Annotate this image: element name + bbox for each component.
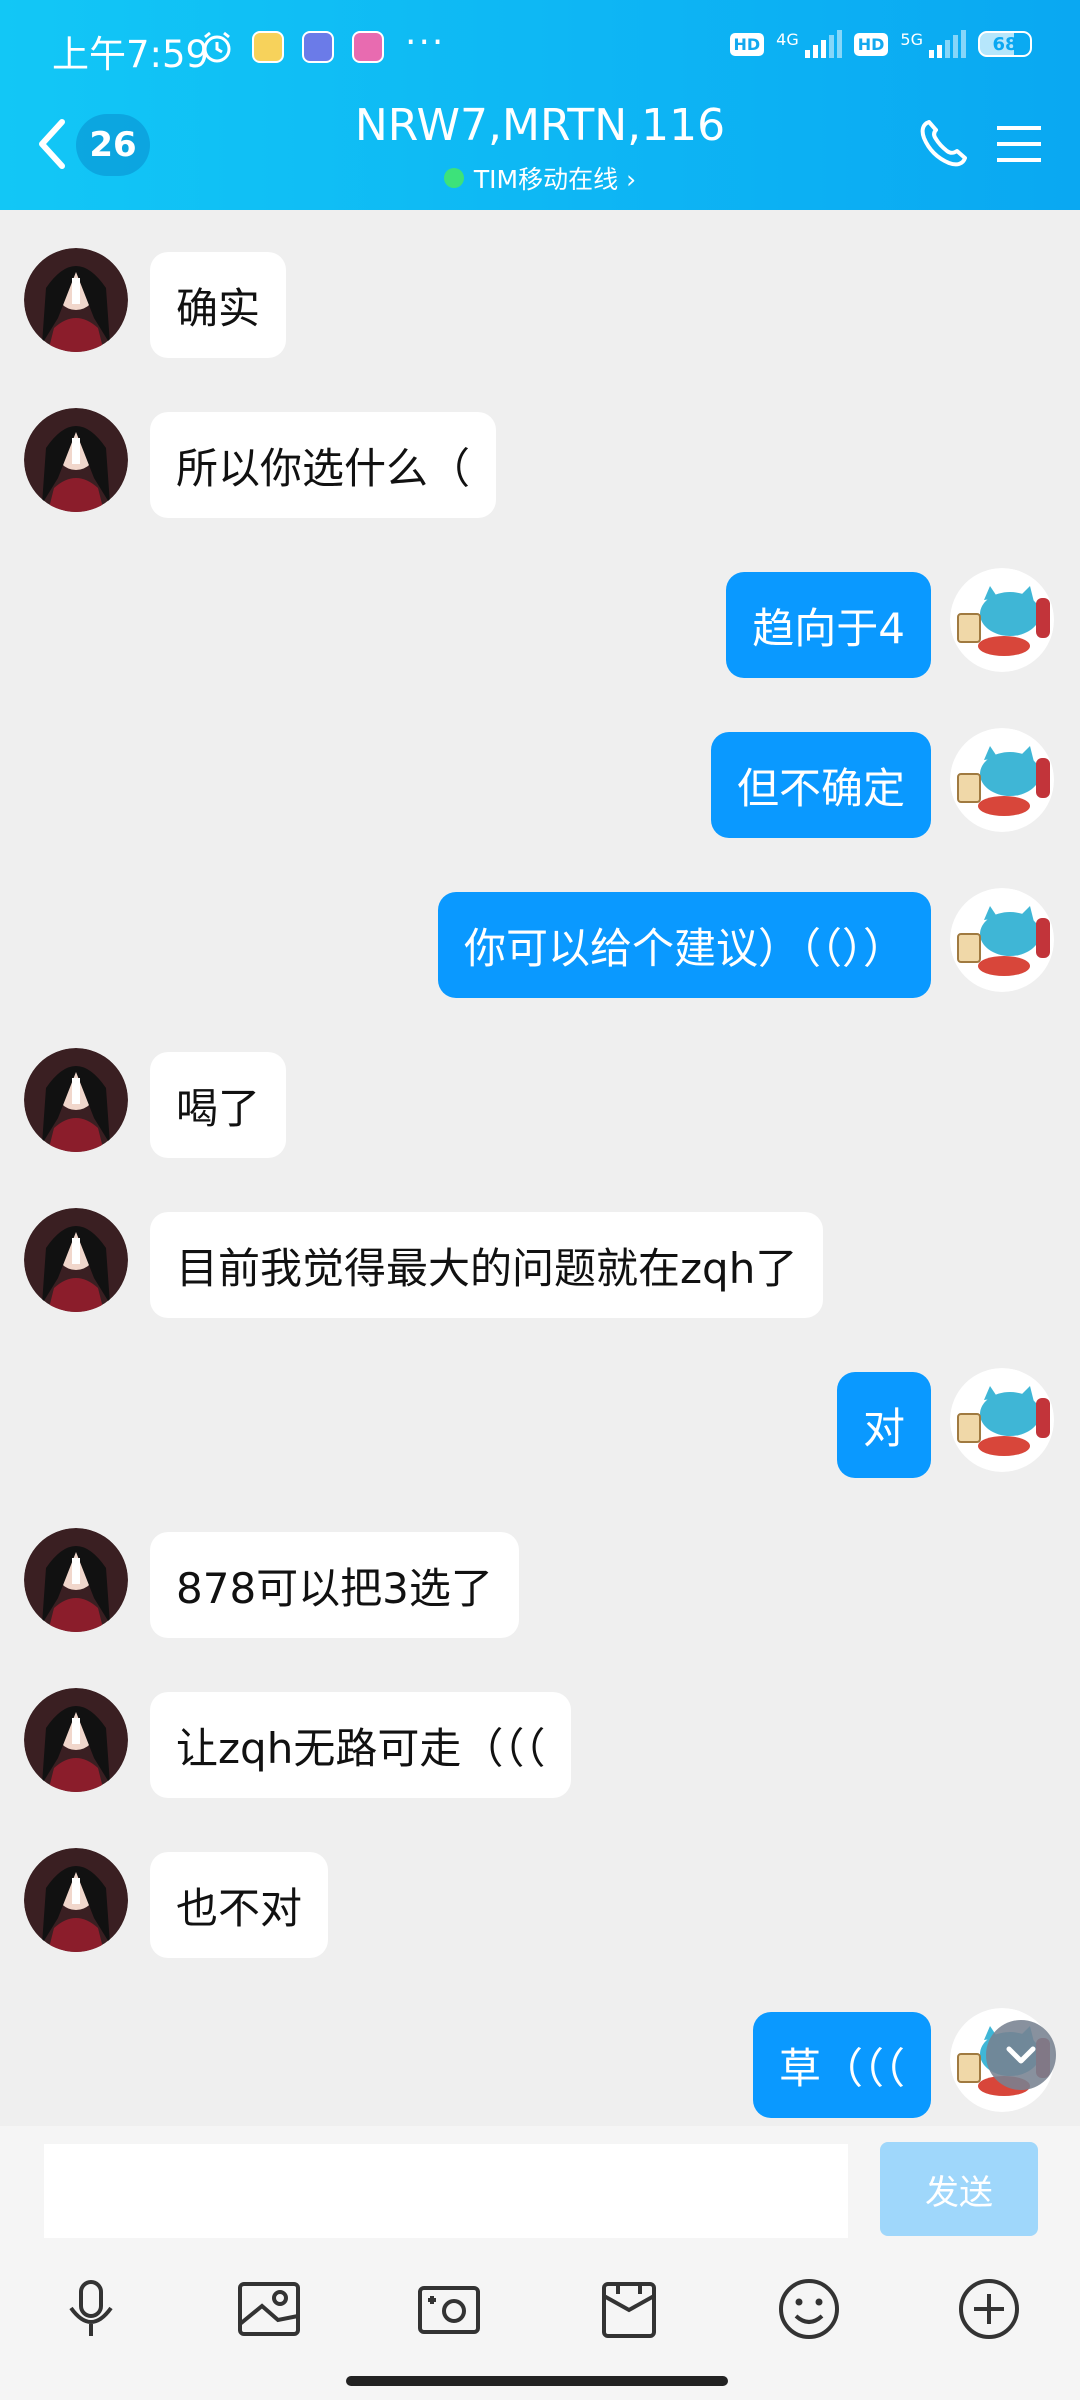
message-row: 趋向于4	[0, 568, 1080, 678]
status-bar: 上午7:59 ··· HD 4G HD 5G 68	[0, 0, 1080, 100]
signal-icon	[929, 30, 966, 58]
message-row: 目前我觉得最大的问题就在zqh了	[0, 1208, 1080, 1318]
contact-avatar[interactable]	[24, 1208, 128, 1312]
composer: 发送	[0, 2126, 1080, 2400]
incoming-message-bubble[interactable]: 所以你选什么（	[150, 412, 497, 518]
message-row: 让zqh无路可走（（（	[0, 1688, 1080, 1798]
outgoing-message-bubble[interactable]: 对	[836, 1372, 931, 1478]
emoji-icon[interactable]	[774, 2274, 844, 2344]
contact-avatar[interactable]	[24, 1528, 128, 1632]
contact-avatar[interactable]	[24, 1848, 128, 1952]
hd-badge: HD	[853, 32, 889, 56]
outgoing-message-bubble[interactable]: 你可以给个建议）（（））	[437, 892, 931, 998]
chevron-down-icon	[1006, 2046, 1036, 2064]
network-type-1: 4G	[776, 30, 799, 49]
chat-header: 上午7:59 ··· HD 4G HD 5G 68 26 NRW7,MRTN,1…	[0, 0, 1080, 210]
my-avatar[interactable]	[950, 568, 1054, 672]
signal-icon	[804, 30, 842, 58]
contact-avatar[interactable]	[24, 1048, 128, 1152]
incoming-message-bubble[interactable]: 也不对	[150, 1852, 329, 1958]
alarm-icon	[203, 31, 231, 63]
message-row: 878可以把3选了	[0, 1528, 1080, 1638]
phone-call-icon[interactable]	[915, 116, 971, 172]
hd-badge: HD	[729, 32, 765, 56]
scroll-to-bottom-button[interactable]	[986, 2020, 1056, 2090]
app-notification-icon	[252, 31, 284, 63]
message-row: 也不对	[0, 1848, 1080, 1958]
incoming-message-bubble[interactable]: 喝了	[150, 1052, 287, 1158]
message-row: 确实	[0, 248, 1080, 358]
message-row: 所以你选什么（	[0, 408, 1080, 518]
send-button[interactable]: 发送	[880, 2142, 1038, 2236]
online-status-text: TIM移动在线 ›	[473, 165, 637, 194]
network-type-2: 5G	[900, 30, 923, 49]
message-row: 草（（（	[0, 2008, 1080, 2118]
app-notification-icon	[302, 31, 334, 63]
app-notification-icon	[352, 31, 384, 63]
incoming-message-bubble[interactable]: 目前我觉得最大的问题就在zqh了	[150, 1212, 824, 1318]
message-row: 你可以给个建议）（（））	[0, 888, 1080, 998]
online-dot-icon	[443, 168, 464, 188]
incoming-message-bubble[interactable]: 878可以把3选了	[150, 1532, 519, 1638]
more-notifications-icon: ···	[405, 22, 446, 63]
composer-toolbar	[0, 2274, 1080, 2364]
contact-avatar[interactable]	[24, 1688, 128, 1792]
incoming-message-bubble[interactable]: 让zqh无路可走（（（	[150, 1692, 572, 1798]
message-row: 喝了	[0, 1048, 1080, 1158]
image-icon[interactable]	[234, 2274, 304, 2344]
outgoing-message-bubble[interactable]: 趋向于4	[726, 572, 931, 678]
my-avatar[interactable]	[950, 1368, 1054, 1472]
message-input[interactable]	[44, 2144, 848, 2238]
contact-avatar[interactable]	[24, 248, 128, 352]
gift-icon[interactable]	[594, 2274, 664, 2344]
contact-avatar[interactable]	[24, 408, 128, 512]
status-time: 上午7:59	[52, 33, 210, 76]
mic-icon[interactable]	[56, 2274, 126, 2344]
plus-icon[interactable]	[954, 2274, 1024, 2344]
battery-icon: 68	[978, 31, 1032, 57]
my-avatar[interactable]	[950, 728, 1054, 832]
menu-icon[interactable]	[995, 122, 1043, 166]
outgoing-message-bubble[interactable]: 草（（（	[752, 2012, 931, 2118]
message-row: 对	[0, 1368, 1080, 1478]
incoming-message-bubble[interactable]: 确实	[150, 252, 287, 358]
camera-icon[interactable]	[414, 2274, 484, 2344]
my-avatar[interactable]	[950, 888, 1054, 992]
outgoing-message-bubble[interactable]: 但不确定	[710, 732, 931, 838]
home-indicator[interactable]	[346, 2376, 728, 2386]
message-row: 但不确定	[0, 728, 1080, 838]
